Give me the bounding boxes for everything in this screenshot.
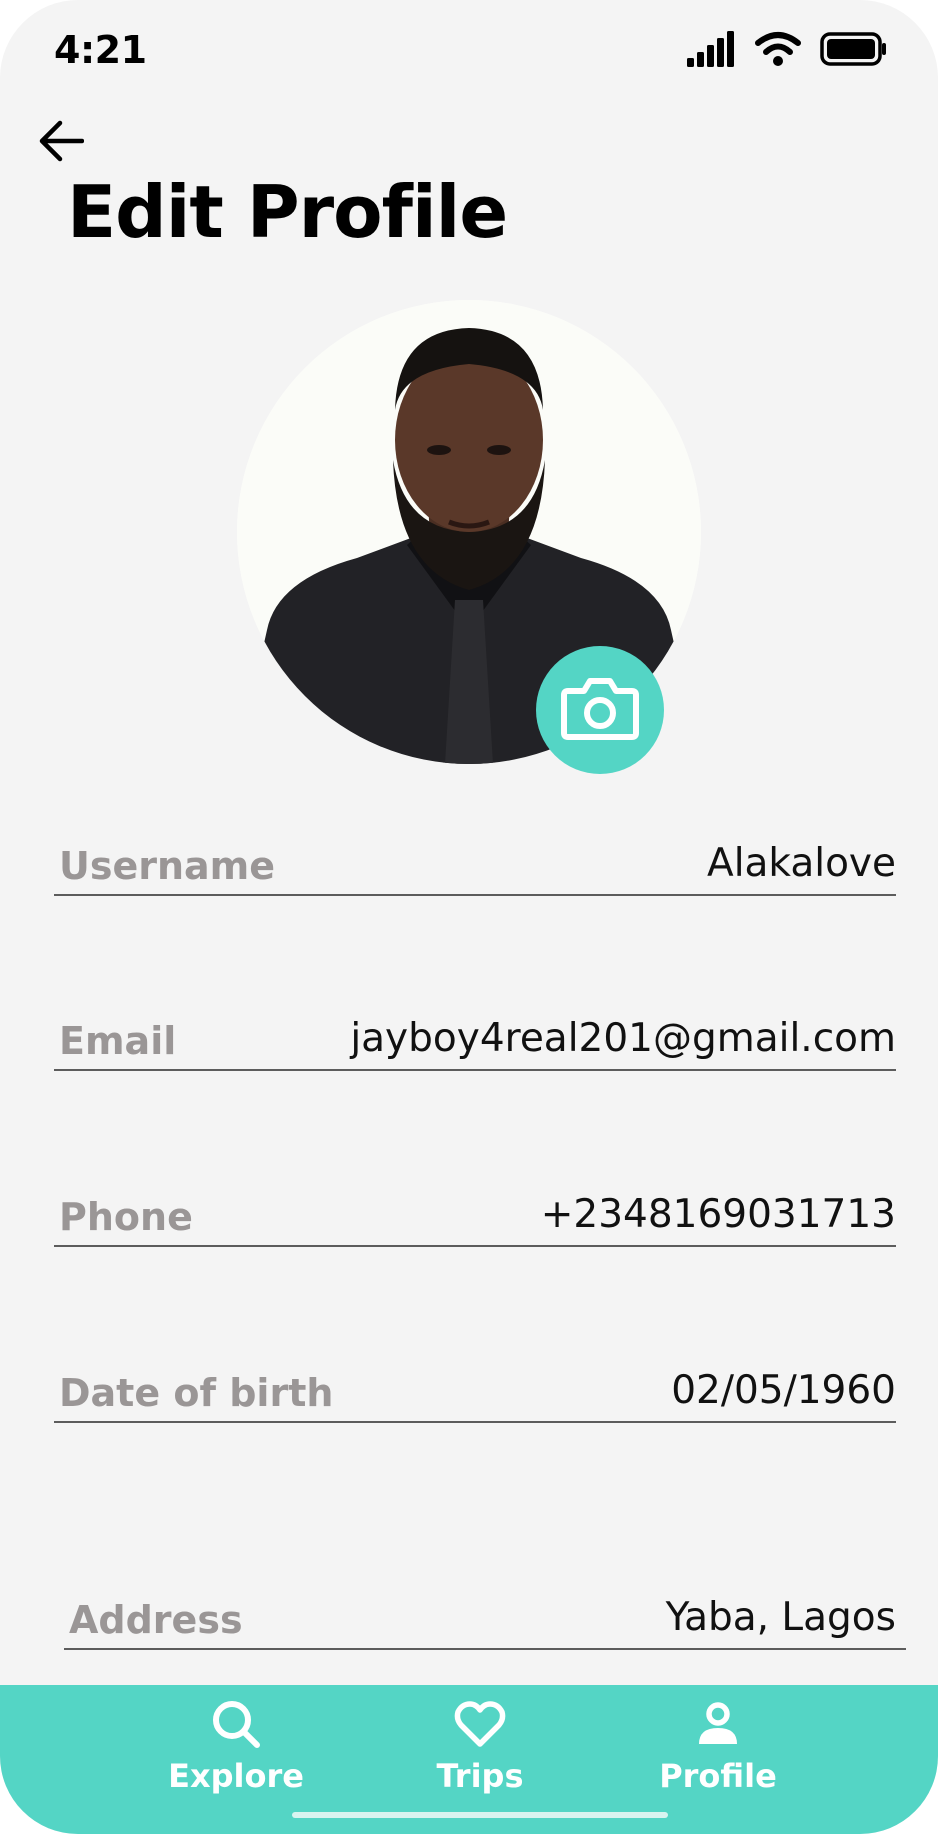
- heart-icon: [454, 1695, 506, 1753]
- email-label: Email: [59, 1019, 177, 1063]
- date-of-birth-field[interactable]: Date of birth 02/05/1960: [54, 1365, 896, 1423]
- nav-item-trips[interactable]: Trips: [380, 1685, 580, 1805]
- nav-item-profile[interactable]: Profile: [618, 1685, 818, 1805]
- phone-field[interactable]: Phone +2348169031713: [54, 1189, 896, 1247]
- address-field[interactable]: Address Yaba, Lagos: [64, 1592, 906, 1650]
- phone-value[interactable]: +2348169031713: [541, 1192, 896, 1237]
- change-photo-button[interactable]: [536, 646, 664, 774]
- home-indicator: [292, 1812, 668, 1818]
- edit-profile-screen: 4:21 Edit Profile Username Alakalove Ema…: [0, 0, 938, 1834]
- nav-label-explore: Explore: [168, 1757, 304, 1795]
- back-button[interactable]: [30, 112, 92, 174]
- status-time: 4:21: [54, 28, 147, 72]
- date-of-birth-label: Date of birth: [59, 1371, 334, 1415]
- nav-label-trips: Trips: [436, 1757, 524, 1795]
- email-field[interactable]: Email jayboy4real201@gmail.com: [54, 1013, 896, 1071]
- status-icons: [686, 30, 888, 72]
- person-icon: [695, 1695, 741, 1753]
- search-icon: [210, 1695, 262, 1753]
- camera-icon: [560, 673, 640, 747]
- battery-icon: [820, 32, 888, 70]
- arrow-left-icon: [38, 120, 85, 166]
- page-title: Edit Profile: [67, 170, 508, 254]
- address-value[interactable]: Yaba, Lagos: [666, 1595, 896, 1640]
- wifi-icon: [754, 31, 802, 71]
- email-value[interactable]: jayboy4real201@gmail.com: [350, 1016, 896, 1061]
- date-of-birth-value[interactable]: 02/05/1960: [671, 1368, 896, 1413]
- address-label: Address: [69, 1598, 243, 1642]
- username-value[interactable]: Alakalove: [707, 841, 896, 886]
- nav-label-profile: Profile: [659, 1757, 777, 1795]
- cellular-signal-icon: [686, 30, 736, 72]
- bottom-nav: Explore Trips Profile: [0, 1685, 938, 1834]
- username-label: Username: [59, 844, 276, 888]
- username-field[interactable]: Username Alakalove: [54, 838, 896, 896]
- phone-label: Phone: [59, 1195, 193, 1239]
- nav-item-explore[interactable]: Explore: [136, 1685, 336, 1805]
